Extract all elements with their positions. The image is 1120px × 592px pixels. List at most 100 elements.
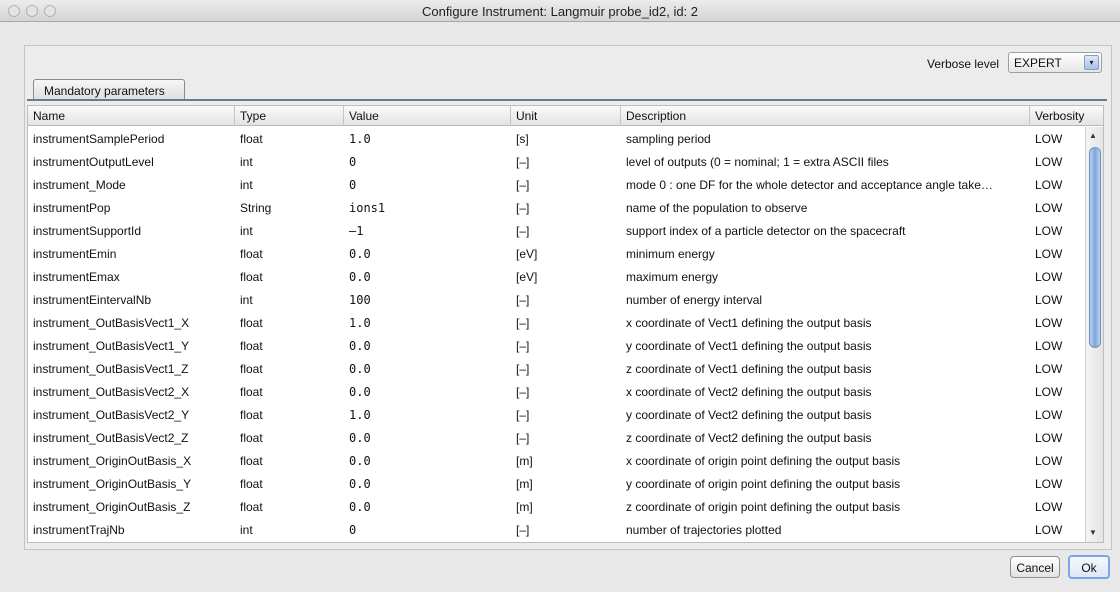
arrow-down-icon[interactable]: ▼ [1089, 528, 1097, 537]
table-header: Name Type Value Unit Description Verbosi… [28, 106, 1103, 126]
cell-description: z coordinate of origin point defining th… [626, 500, 901, 514]
cell-name: instrument_OriginOutBasis_X [33, 454, 192, 468]
table-row[interactable]: instrumentTrajNb int 0 [–] number of traject… [28, 518, 1084, 541]
table-row[interactable]: instrumentOutputLevel int 0 [–] level of out… [28, 150, 1084, 173]
cell-verbosity: LOW [1035, 362, 1063, 376]
cell-name: instrument_OriginOutBasis_Z [33, 500, 191, 514]
column-header-description[interactable]: Description [621, 106, 1030, 126]
cell-description: number of energy interval [626, 293, 763, 307]
cell-value[interactable]: 0.0 [344, 380, 511, 403]
cell-verbosity: LOW [1035, 132, 1063, 146]
table-row[interactable]: instrument_OriginOutBasis_Y float 0.0 [m] y … [28, 472, 1084, 495]
cell-name: instrumentEmin [33, 247, 117, 261]
table-row[interactable]: instrument_OutBasisVect1_Z float 0.0 [–] z c… [28, 357, 1084, 380]
cell-value[interactable]: 0.0 [344, 495, 511, 518]
table-row[interactable]: instrumentSupportId int –1 [–] support index… [28, 219, 1084, 242]
column-header-type[interactable]: Type [235, 106, 344, 126]
table-row[interactable]: instrumentEmax float 0.0 [eV] maximum energy… [28, 265, 1084, 288]
cell-description: x coordinate of Vect2 defining the outpu… [626, 385, 872, 399]
cell-verbosity: LOW [1035, 270, 1063, 284]
cell-description: mode 0 : one DF for the whole detector a… [626, 178, 993, 192]
cell-description: x coordinate of Vect1 defining the outpu… [626, 316, 872, 330]
cell-type: String [240, 201, 272, 215]
cell-verbosity: LOW [1035, 201, 1063, 215]
cell-value[interactable]: ions1 [344, 196, 511, 219]
cell-unit: [–] [516, 293, 530, 307]
table-row[interactable]: instrumentEintervalNb int 100 [–] number of … [28, 288, 1084, 311]
window-titlebar: Configure Instrument: Langmuir probe_id2… [0, 0, 1120, 22]
cell-verbosity: LOW [1035, 339, 1063, 353]
column-header-verbosity[interactable]: Verbosity [1030, 106, 1103, 126]
cell-type: float [240, 477, 263, 491]
scrollbar-thumb[interactable] [1089, 147, 1101, 348]
cell-unit: [–] [516, 224, 530, 238]
cell-value[interactable]: 0 [344, 173, 511, 196]
cell-name: instrument_OutBasisVect2_Z [33, 431, 189, 445]
cell-description: name of the population to observe [626, 201, 808, 215]
table-row[interactable]: instrument_OutBasisVect1_Y float 0.0 [–] y c… [28, 334, 1084, 357]
cell-value[interactable]: 0.0 [344, 426, 511, 449]
cell-verbosity: LOW [1035, 155, 1063, 169]
column-header-unit[interactable]: Unit [511, 106, 621, 126]
cell-unit: [–] [516, 362, 530, 376]
cell-value[interactable]: –1 [344, 219, 511, 242]
cell-value[interactable]: 100 [344, 288, 511, 311]
tab-label: Mandatory parameters [44, 84, 165, 98]
tab-underline [27, 99, 1107, 101]
cell-type: float [240, 132, 263, 146]
cancel-button[interactable]: Cancel [1010, 556, 1060, 578]
cell-unit: [–] [516, 431, 530, 445]
cell-name: instrumentOutputLevel [33, 155, 154, 169]
verbose-level-value: EXPERT [1014, 56, 1062, 70]
column-header-value[interactable]: Value [344, 106, 511, 126]
chevron-updown-icon: ▾ [1084, 55, 1099, 70]
cell-value[interactable]: 0.0 [344, 472, 511, 495]
cell-description: level of outputs (0 = nominal; 1 = extra… [626, 155, 889, 169]
cell-description: z coordinate of Vect2 defining the outpu… [626, 431, 872, 445]
cell-verbosity: LOW [1035, 431, 1063, 445]
cell-value[interactable]: 0.0 [344, 265, 511, 288]
cell-name: instrumentEmax [33, 270, 120, 284]
cell-value[interactable]: 0.0 [344, 449, 511, 472]
cell-value[interactable]: 0.0 [344, 242, 511, 265]
column-header-name[interactable]: Name [28, 106, 235, 126]
window-title: Configure Instrument: Langmuir probe_id2… [421, 4, 699, 19]
cell-unit: [–] [516, 339, 530, 353]
cell-name: instrument_OutBasisVect1_X [33, 316, 190, 330]
cell-description: y coordinate of origin point defining th… [626, 477, 901, 491]
table-row[interactable]: instrumentEmin float 0.0 [eV] minimum energy… [28, 242, 1084, 265]
cell-name: instrumentSamplePeriod [33, 132, 165, 146]
cell-value[interactable]: 0.0 [344, 334, 511, 357]
cell-unit: [m] [516, 454, 533, 468]
cell-value[interactable]: 0.0 [344, 357, 511, 380]
table-row[interactable]: instrumentSamplePeriod float 1.0 [s] samplin… [28, 127, 1084, 150]
arrow-up-icon[interactable]: ▲ [1089, 131, 1097, 140]
verbose-level-select[interactable]: EXPERT ▾ [1008, 52, 1102, 73]
cell-type: float [240, 316, 263, 330]
cell-value[interactable]: 0 [344, 150, 511, 173]
table-row[interactable]: instrumentPop String ions1 [–] name of the p… [28, 196, 1084, 219]
cell-unit: [s] [516, 132, 529, 146]
table-row[interactable]: instrument_OriginOutBasis_Z float 0.0 [m] z … [28, 495, 1084, 518]
table-row[interactable]: instrument_OriginOutBasis_X float 0.0 [m] x … [28, 449, 1084, 472]
cell-name: instrument_OutBasisVect2_X [33, 385, 190, 399]
vertical-scrollbar[interactable]: ▲ ▼ [1085, 127, 1103, 542]
table-row[interactable]: instrument_Mode int 0 [–] mode 0 : one DF fo… [28, 173, 1084, 196]
cell-description: number of trajectories plotted [626, 523, 782, 537]
table-row[interactable]: instrument_OutBasisVect1_X float 1.0 [–] x c… [28, 311, 1084, 334]
cell-value[interactable]: 1.0 [344, 127, 511, 150]
cell-type: float [240, 339, 263, 353]
cell-unit: [–] [516, 523, 530, 537]
cell-unit: [m] [516, 500, 533, 514]
table-row[interactable]: instrument_OutBasisVect2_X float 0.0 [–] x c… [28, 380, 1084, 403]
cell-value[interactable]: 1.0 [344, 311, 511, 334]
cell-value[interactable]: 0 [344, 518, 511, 541]
cell-verbosity: LOW [1035, 523, 1063, 537]
tab-mandatory-parameters[interactable]: Mandatory parameters [33, 79, 185, 100]
ok-button[interactable]: Ok [1068, 555, 1110, 579]
cell-value[interactable]: 1.0 [344, 403, 511, 426]
table-row[interactable]: instrument_OutBasisVect2_Z float 0.0 [–] z c… [28, 426, 1084, 449]
cell-type: float [240, 431, 263, 445]
cell-type: float [240, 385, 263, 399]
table-row[interactable]: instrument_OutBasisVect2_Y float 1.0 [–] y c… [28, 403, 1084, 426]
